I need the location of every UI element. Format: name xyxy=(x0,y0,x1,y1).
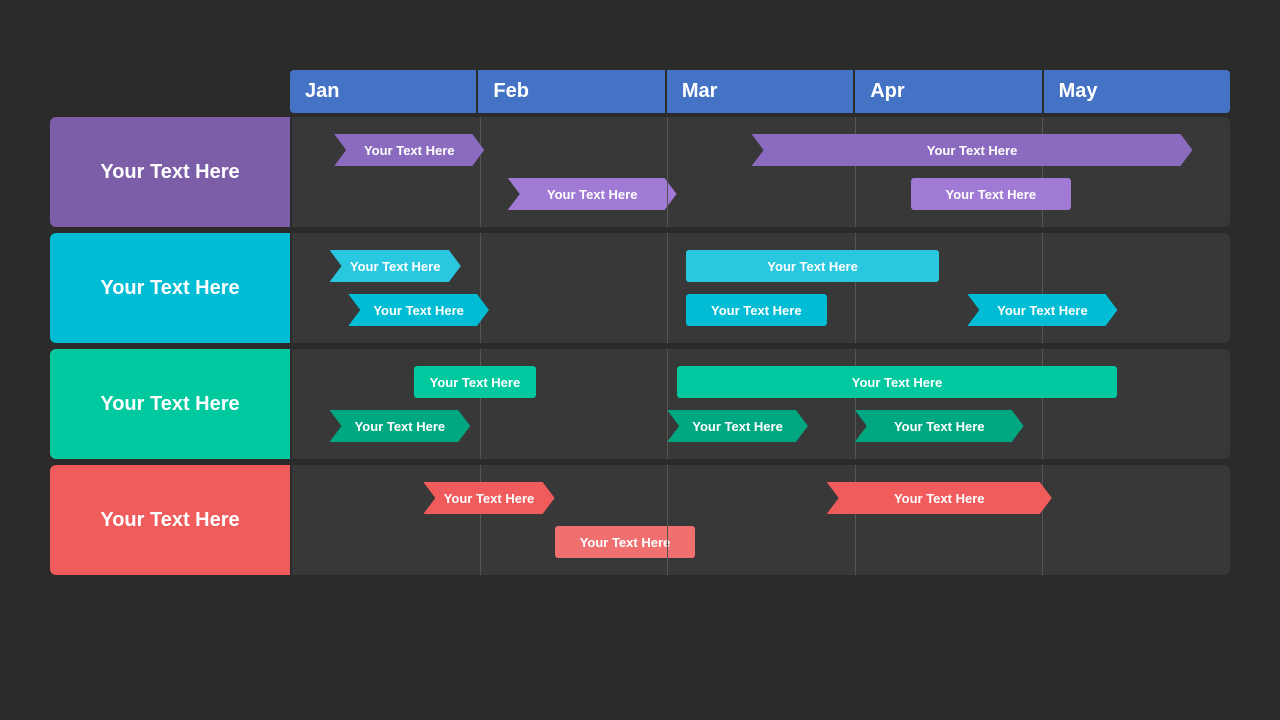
lane-content-teal: Your Text HereYour Text HereYour Text He… xyxy=(290,233,1230,343)
bar-item-0-0-1: Your Text Here xyxy=(752,134,1193,166)
bar-item-2-1-0: Your Text Here xyxy=(330,410,471,442)
lane-label-green: Your Text Here xyxy=(50,349,290,459)
bar-row-3-1: Your Text Here xyxy=(292,524,1230,560)
bar-item-2-1-1: Your Text Here xyxy=(667,410,808,442)
lane-content-purple: Your Text HereYour Text HereYour Text He… xyxy=(290,117,1230,227)
lane-content-green: Your Text HereYour Text HereYour Text He… xyxy=(290,349,1230,459)
page: JanFebMarAprMay Your Text HereYour Text … xyxy=(0,0,1280,611)
header-month-mar: Mar xyxy=(667,70,855,113)
bar-item-3-0-0: Your Text Here xyxy=(423,482,554,514)
bar-row-1-1: Your Text Here Your Text Here Your Text He… xyxy=(292,292,1230,328)
swimlane-teal: Your Text HereYour Text HereYour Text He… xyxy=(50,233,1230,343)
header-month-jan: Jan xyxy=(290,70,478,113)
header-row: JanFebMarAprMay xyxy=(290,70,1230,113)
bar-row-0-0: Your Text Here Your Text Here xyxy=(292,132,1230,168)
lane-label-teal: Your Text Here xyxy=(50,233,290,343)
bar-item-3-1-0: Your Text Here xyxy=(555,526,696,558)
bar-row-2-1: Your Text Here Your Text Here Your Text He… xyxy=(292,408,1230,444)
bar-item-1-1-1: Your Text Here xyxy=(686,294,827,326)
bar-row-2-0: Your Text Here Your Text Here xyxy=(292,364,1230,400)
swimlane-purple: Your Text HereYour Text HereYour Text He… xyxy=(50,117,1230,227)
bar-row-1-0: Your Text Here Your Text Here xyxy=(292,248,1230,284)
bar-item-0-1-0: Your Text Here xyxy=(508,178,677,210)
header-month-may: May xyxy=(1044,70,1230,113)
bar-item-1-0-0: Your Text Here xyxy=(330,250,461,282)
bar-item-3-0-1: Your Text Here xyxy=(827,482,1052,514)
bar-item-2-0-0: Your Text Here xyxy=(414,366,536,398)
bar-item-1-1-0: Your Text Here xyxy=(348,294,489,326)
bar-row-3-0: Your Text Here Your Text Here xyxy=(292,480,1230,516)
bar-item-2-1-2: Your Text Here xyxy=(855,410,1024,442)
header-month-feb: Feb xyxy=(478,70,666,113)
lanes-container: Your Text HereYour Text HereYour Text He… xyxy=(50,117,1230,575)
header-month-apr: Apr xyxy=(855,70,1043,113)
bar-item-2-0-1: Your Text Here xyxy=(677,366,1118,398)
bar-item-1-1-2: Your Text Here xyxy=(967,294,1117,326)
bar-item-0-1-1: Your Text Here xyxy=(911,178,1070,210)
lane-label-red: Your Text Here xyxy=(50,465,290,575)
timeline-container: JanFebMarAprMay Your Text HereYour Text … xyxy=(50,70,1230,575)
bar-item-1-0-1: Your Text Here xyxy=(686,250,939,282)
swimlane-red: Your Text HereYour Text HereYour Text He… xyxy=(50,465,1230,575)
lane-content-red: Your Text HereYour Text HereYour Text He… xyxy=(290,465,1230,575)
bar-row-0-1: Your Text Here Your Text Here xyxy=(292,176,1230,212)
bar-item-0-0-0: Your Text Here xyxy=(334,134,484,166)
swimlane-green: Your Text HereYour Text HereYour Text He… xyxy=(50,349,1230,459)
lane-label-purple: Your Text Here xyxy=(50,117,290,227)
